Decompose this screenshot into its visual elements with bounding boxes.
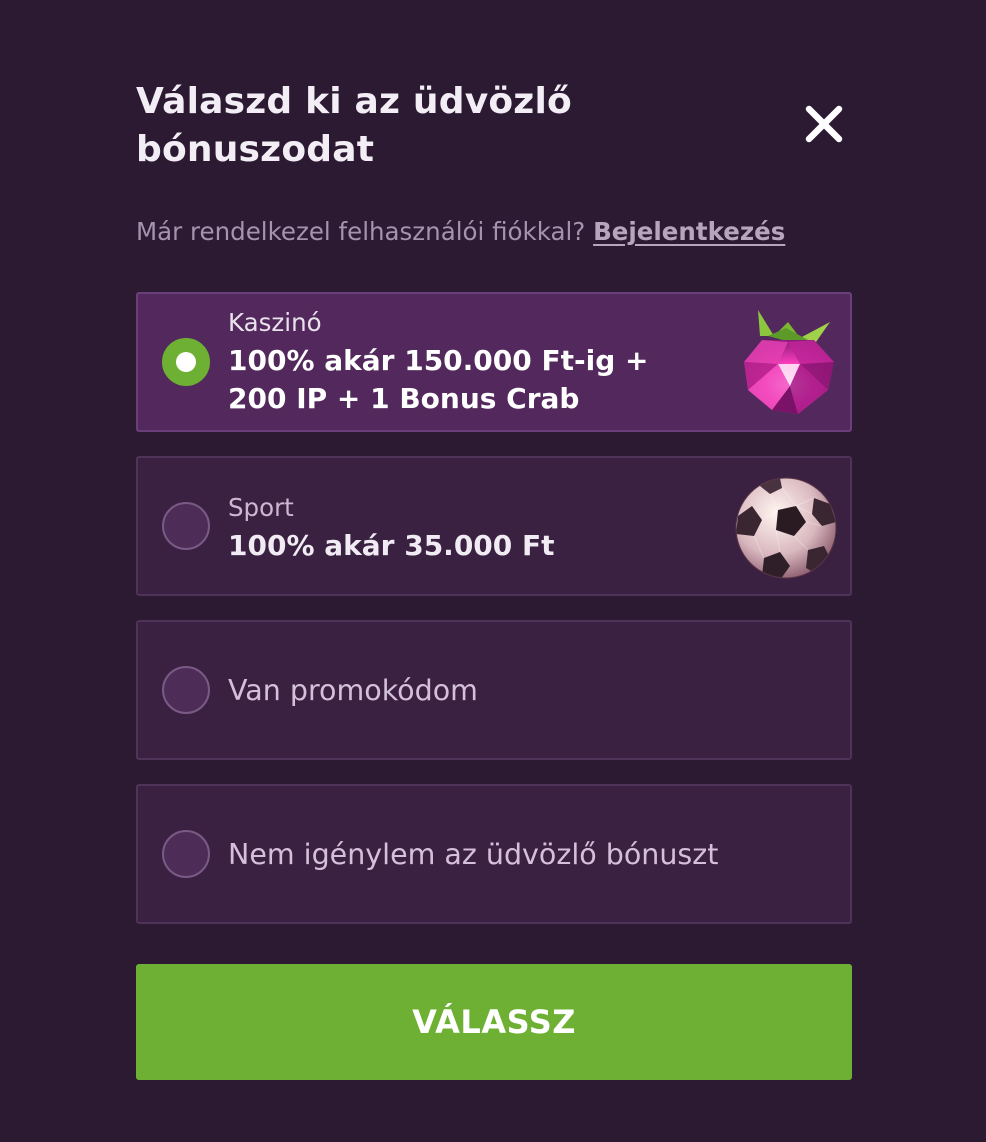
sport-bonus-line: 100% akár 35.000 Ft (228, 529, 555, 562)
soccer-ball-icon (735, 477, 837, 579)
sport-option-text: Sport 100% akár 35.000 Ft (228, 489, 688, 565)
account-prompt: Már rendelkezel felhasználói fiókkal? Be… (136, 214, 785, 250)
bonus-option-sport[interactable]: Sport 100% akár 35.000 Ft (136, 456, 852, 596)
bonus-option-casino[interactable]: Kaszinó 100% akár 150.000 Ft-ig + 200 IP… (136, 292, 852, 432)
radio-promo-code[interactable] (162, 666, 210, 714)
bonus-option-no-bonus[interactable]: Nem igénylem az üdvözlő bónuszt (136, 784, 852, 924)
login-link[interactable]: Bejelentkezés (593, 217, 785, 246)
no-bonus-label: Nem igénylem az üdvözlő bónuszt (228, 837, 719, 871)
raspberry-gem-icon (744, 310, 834, 414)
radio-casino[interactable] (162, 338, 210, 386)
bonus-option-promo-code[interactable]: Van promokódom (136, 620, 852, 760)
casino-bonus-line-1: 100% akár 150.000 Ft-ig + (228, 344, 649, 377)
account-prompt-text: Már rendelkezel felhasználói fiókkal? (136, 217, 586, 246)
casino-option-text: Kaszinó 100% akár 150.000 Ft-ig + 200 IP… (228, 304, 688, 418)
close-icon (805, 105, 843, 143)
choose-button[interactable]: VÁLASSZ (136, 964, 852, 1080)
radio-sport[interactable] (162, 502, 210, 550)
casino-bonus-line-2: 200 IP + 1 Bonus Crab (228, 382, 580, 415)
radio-no-bonus[interactable] (162, 830, 210, 878)
modal-title: Válaszd ki az üdvözlő bónuszodat (136, 81, 572, 170)
casino-category-label: Kaszinó (228, 308, 322, 337)
promo-code-label: Van promokódom (228, 673, 478, 707)
close-button[interactable] (800, 100, 848, 148)
sport-category-label: Sport (228, 493, 294, 522)
